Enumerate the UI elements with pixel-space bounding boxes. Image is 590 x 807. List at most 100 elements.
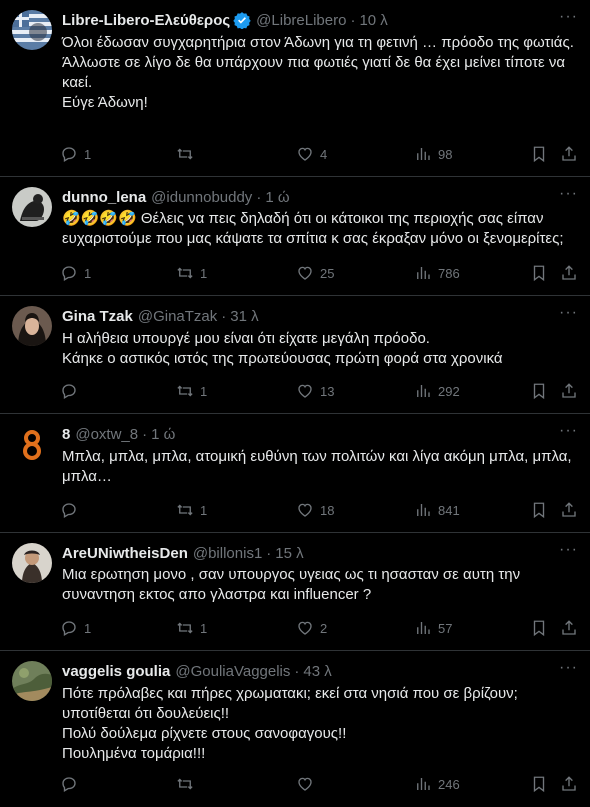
retweet-button[interactable] [176, 775, 200, 793]
avatar[interactable] [12, 543, 52, 583]
retweet-button[interactable]: 1 [176, 619, 207, 637]
retweet-icon [177, 385, 193, 397]
views-button[interactable]: 246 [414, 775, 460, 793]
author-handle[interactable]: @oxtw_8 [75, 426, 138, 443]
views-button[interactable]: 57 [414, 619, 452, 637]
tweet-actions: 1 1 25 786 [60, 263, 580, 283]
share-button[interactable] [560, 145, 578, 163]
tweet-line: Μπλα, μπλα, μπλα, ατομική ευθύνη των πολ… [62, 448, 572, 485]
retweet-button[interactable] [176, 145, 200, 163]
avatar[interactable] [12, 306, 52, 346]
share-button[interactable] [560, 264, 578, 282]
reply-icon [62, 503, 76, 518]
bookmark-button[interactable] [530, 145, 548, 163]
views-count: 292 [438, 383, 460, 399]
avatar[interactable] [12, 661, 52, 701]
bookmark-icon [533, 776, 545, 793]
tweet-text: Μια ερωτηση μονο , σαν υπουργος υγειας ω… [62, 565, 576, 605]
views-button[interactable]: 841 [414, 501, 460, 519]
retweet-button[interactable]: 1 [176, 382, 207, 400]
timestamp[interactable]: 43 λ [303, 663, 331, 680]
timestamp[interactable]: 1 ώ [151, 426, 175, 443]
timestamp[interactable]: 10 λ [359, 12, 387, 29]
author-handle[interactable]: @idunnobuddy [151, 189, 252, 206]
reply-count: 1 [84, 146, 92, 162]
tweet-text: Μπλα, μπλα, μπλα, ατομική ευθύνη των πολ… [62, 447, 576, 487]
author-handle[interactable]: @GouliaVaggelis [175, 663, 290, 680]
more-icon[interactable]: ··· [559, 9, 578, 25]
more-icon[interactable]: ··· [559, 542, 578, 558]
author-name[interactable]: dunno_lena [62, 189, 146, 206]
tweet[interactable]: AreUNiwtheisDen @billonis1 · 15 λ ··· Μι… [0, 533, 590, 651]
author-name[interactable]: Gina Tzak [62, 308, 133, 325]
bookmark-button[interactable] [530, 501, 548, 519]
author-handle[interactable]: @LibreLibero [256, 12, 346, 29]
timestamp[interactable]: 31 λ [230, 308, 258, 325]
like-button[interactable] [296, 775, 320, 793]
reply-icon [62, 777, 76, 792]
reply-button[interactable]: 1 [60, 264, 91, 282]
avatar[interactable] [12, 10, 52, 50]
retweet-icon [177, 622, 193, 634]
reply-button[interactable] [60, 382, 84, 400]
tweet-line: Όλοι έδωσαν συγχαρητήρια στον Άδωνη για … [62, 34, 574, 51]
tweet[interactable]: Gina Tzak @GinaTzak · 31 λ ··· Η αλήθεια… [0, 296, 590, 414]
like-button[interactable]: 25 [296, 264, 334, 282]
tweet[interactable]: dunno_lena @idunnobuddy · 1 ώ ··· 🤣🤣🤣🤣 Θ… [0, 177, 590, 296]
author-handle[interactable]: @billonis1 [193, 545, 262, 562]
more-icon[interactable]: ··· [559, 423, 578, 439]
views-button[interactable]: 292 [414, 382, 460, 400]
bookmark-button[interactable] [530, 775, 548, 793]
heart-icon [298, 147, 312, 161]
bookmark-button[interactable] [530, 382, 548, 400]
reply-button[interactable]: 1 [60, 145, 91, 163]
share-icon [562, 265, 576, 280]
like-button[interactable]: 2 [296, 619, 327, 637]
more-icon[interactable]: ··· [559, 660, 578, 676]
more-icon[interactable]: ··· [559, 186, 578, 202]
share-icon [562, 776, 576, 791]
tweet-text: Πότε πρόλαβες και πήρες χρωματακι; εκεί … [62, 684, 576, 764]
share-button[interactable] [560, 501, 578, 519]
avatar[interactable] [12, 187, 52, 227]
share-button[interactable] [560, 619, 578, 637]
tweet-line: Άλλωστε σε λίγο δε θα υπάρχουν πια φωτιέ… [62, 54, 566, 91]
retweet-button[interactable]: 1 [176, 501, 207, 519]
views-count: 57 [438, 620, 453, 636]
more-icon[interactable]: ··· [559, 305, 578, 321]
separator-dot: · [294, 662, 300, 680]
bookmark-icon [533, 265, 545, 282]
tweet[interactable]: 8 @oxtw_8 · 1 ώ ··· Μπλα, μπλα, μπλα, ατ… [0, 414, 590, 533]
tweet-line: Πολύ δούλεμα ρίχνετε στους σανοφαγους!! [62, 725, 347, 742]
author-name[interactable]: 8 [62, 426, 70, 443]
bookmark-button[interactable] [530, 619, 548, 637]
like-button[interactable]: 18 [296, 501, 334, 519]
avatar[interactable] [12, 424, 52, 464]
timestamp[interactable]: 1 ώ [265, 189, 289, 206]
share-button[interactable] [560, 382, 578, 400]
share-button[interactable] [560, 775, 578, 793]
reply-icon [62, 147, 76, 162]
author-handle[interactable]: @GinaTzak [138, 308, 217, 325]
author-name[interactable]: vaggelis goulia [62, 663, 170, 680]
views-button[interactable]: 786 [414, 264, 460, 282]
author-name[interactable]: Libre-Libero-Ελεύθερος [62, 12, 230, 29]
bookmark-button[interactable] [530, 264, 548, 282]
reply-button[interactable]: 1 [60, 619, 91, 637]
views-count: 98 [438, 146, 453, 162]
views-button[interactable]: 98 [414, 145, 452, 163]
tweet[interactable]: vaggelis goulia @GouliaVaggelis · 43 λ ·… [0, 651, 590, 807]
like-count: 18 [320, 502, 335, 518]
like-button[interactable]: 4 [296, 145, 327, 163]
like-button[interactable]: 13 [296, 382, 334, 400]
bookmark-icon [533, 383, 545, 400]
reply-button[interactable] [60, 501, 84, 519]
tweet[interactable]: Libre-Libero-Ελεύθερος @LibreLibero · 10… [0, 0, 590, 177]
bookmark-icon [533, 146, 545, 163]
timestamp[interactable]: 15 λ [275, 545, 303, 562]
verified-badge-icon [233, 11, 251, 30]
retweet-button[interactable]: 1 [176, 264, 207, 282]
reply-button[interactable] [60, 775, 84, 793]
author-name[interactable]: AreUNiwtheisDen [62, 545, 188, 562]
reply-icon [62, 384, 76, 399]
